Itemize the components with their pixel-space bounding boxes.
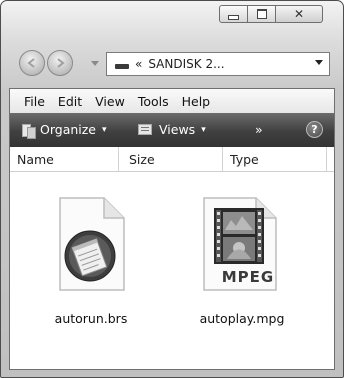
organize-label: Organize bbox=[40, 122, 96, 137]
mpeg-badge: MPEG bbox=[221, 268, 275, 286]
menu-view[interactable]: View bbox=[95, 94, 125, 109]
menu-file[interactable]: File bbox=[24, 94, 45, 109]
organize-dropdown-icon: ▾ bbox=[102, 124, 107, 135]
help-icon: ? bbox=[306, 121, 323, 138]
column-header-size[interactable]: Size bbox=[119, 147, 223, 171]
menu-edit[interactable]: Edit bbox=[58, 94, 82, 109]
minimize-icon bbox=[228, 14, 239, 20]
explorer-window: ✕ « SANDISK 2... File Edit View Tools He… bbox=[0, 0, 344, 378]
chevron-down-icon bbox=[91, 61, 99, 66]
minimize-button[interactable] bbox=[219, 5, 248, 23]
maximize-icon bbox=[256, 9, 267, 19]
back-button[interactable] bbox=[19, 50, 45, 76]
menu-tools[interactable]: Tools bbox=[138, 94, 169, 109]
address-bar[interactable]: « SANDISK 2... bbox=[106, 52, 330, 76]
views-icon bbox=[138, 124, 152, 135]
column-header-type[interactable]: Type bbox=[223, 147, 327, 171]
explorer-content-frame: File Edit View Tools Help Organize ▾ Vie… bbox=[9, 88, 335, 370]
forward-button[interactable] bbox=[47, 50, 73, 76]
views-label: Views bbox=[159, 122, 196, 137]
help-button[interactable]: ? bbox=[306, 121, 323, 138]
column-headers: Name Size Type bbox=[10, 147, 334, 172]
breadcrumb-overflow[interactable]: « bbox=[135, 57, 142, 71]
command-bar: Organize ▾ Views ▾ » ? bbox=[10, 113, 334, 147]
column-header-name[interactable]: Name bbox=[10, 147, 119, 171]
file-name: autoplay.mpg bbox=[199, 311, 285, 326]
menu-help[interactable]: Help bbox=[182, 94, 211, 109]
recent-pages-dropdown[interactable] bbox=[91, 60, 99, 69]
views-dropdown-icon: ▾ bbox=[201, 124, 206, 135]
drive-icon bbox=[115, 64, 129, 69]
maximize-button[interactable] bbox=[248, 5, 275, 23]
more-commands-button[interactable]: » bbox=[255, 122, 263, 137]
caption-buttons: ✕ bbox=[219, 5, 323, 23]
notepad-document-icon bbox=[59, 197, 125, 291]
organize-icon bbox=[22, 122, 36, 139]
menu-bar: File Edit View Tools Help bbox=[10, 89, 334, 113]
file-name: autorun.brs bbox=[54, 311, 128, 326]
close-button[interactable]: ✕ bbox=[275, 5, 323, 23]
navigation-buttons bbox=[19, 50, 79, 78]
address-dropdown-icon[interactable] bbox=[315, 60, 323, 65]
more-commands-icon: » bbox=[255, 122, 263, 137]
close-icon: ✕ bbox=[293, 7, 305, 21]
forward-arrow-icon bbox=[57, 58, 65, 68]
organize-button[interactable]: Organize ▾ bbox=[22, 122, 107, 139]
back-arrow-icon bbox=[27, 58, 35, 68]
breadcrumb-drive[interactable]: SANDISK 2... bbox=[148, 57, 224, 71]
views-button[interactable]: Views ▾ bbox=[138, 122, 206, 137]
